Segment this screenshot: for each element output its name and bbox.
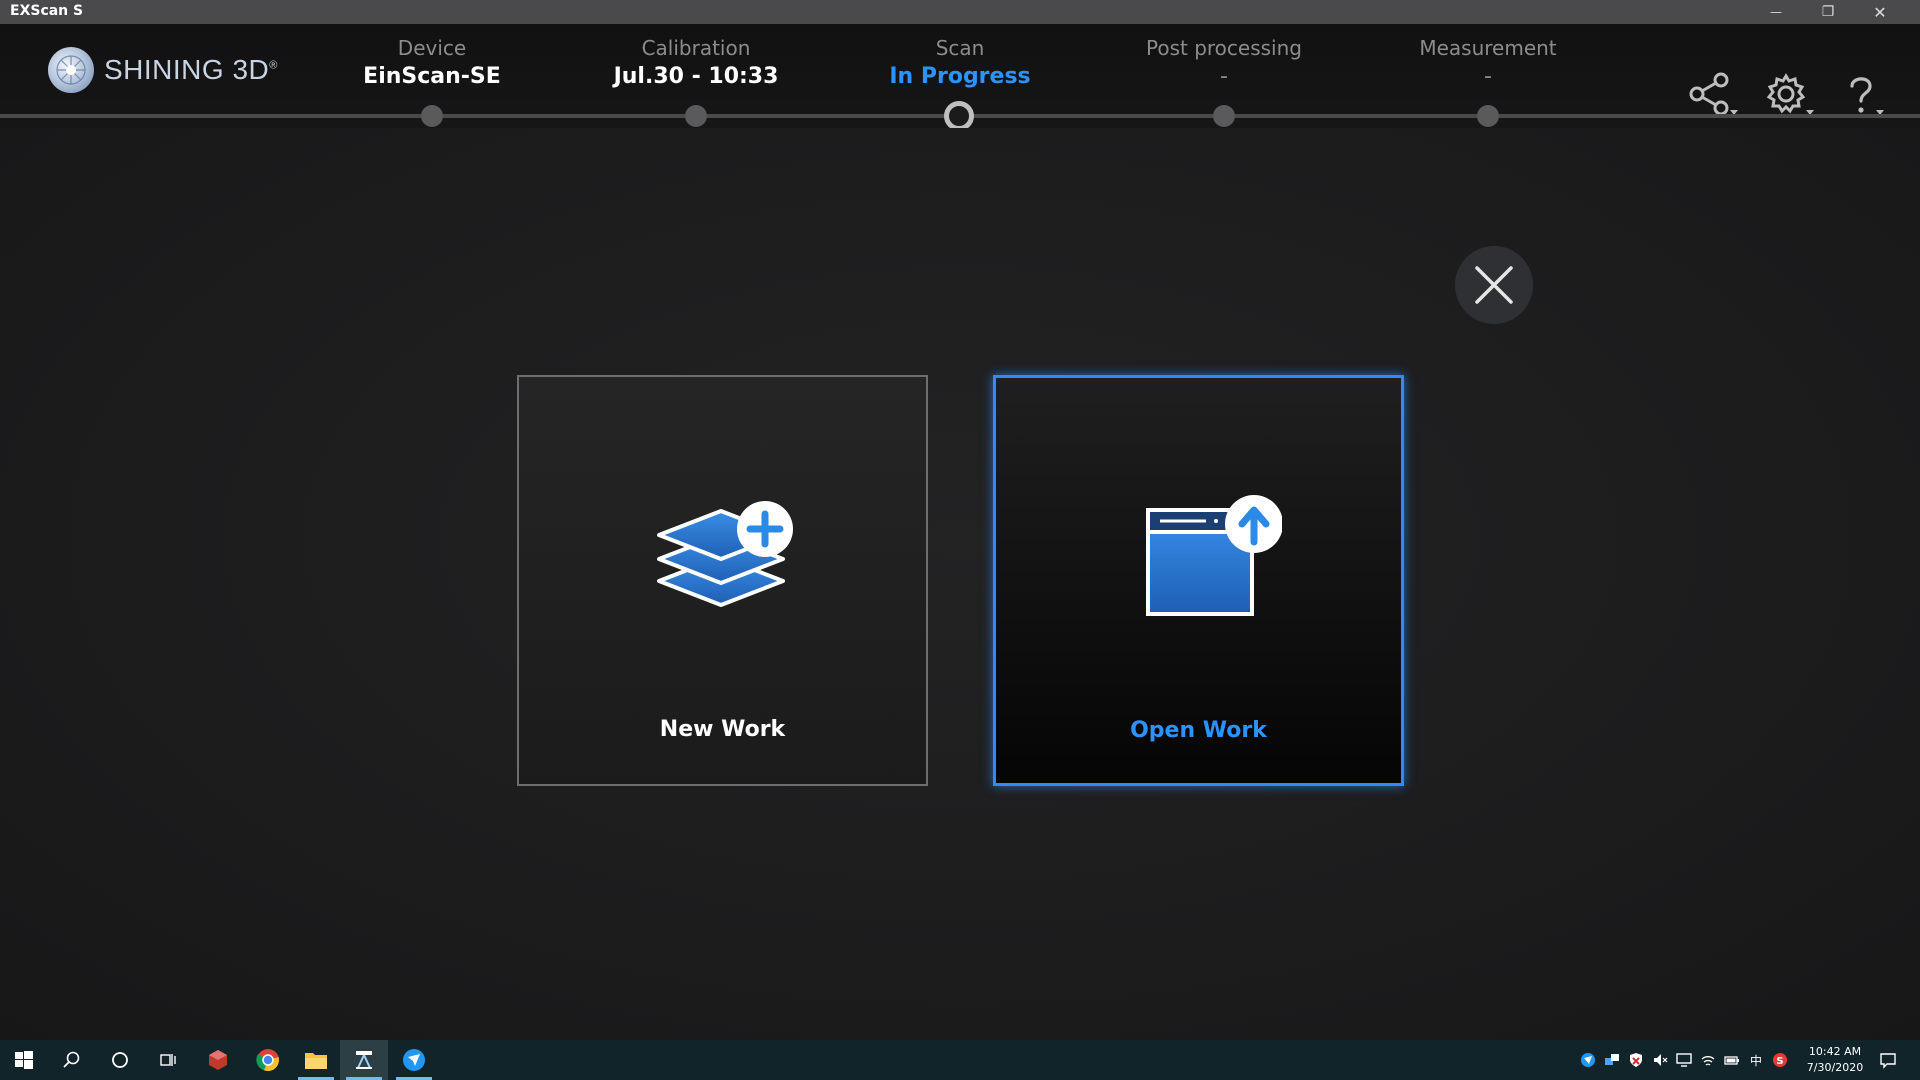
step-value: Jul.30 - 10:33 [613,64,779,89]
notification-center-icon [1880,1053,1896,1069]
step-node-device [421,105,443,127]
task-view-button[interactable] [144,1040,192,1080]
wifi-icon[interactable] [1699,1051,1717,1069]
cortana-button[interactable] [96,1040,144,1080]
blue-bird-app-icon [403,1049,425,1071]
step-value: - [1484,64,1492,89]
start-button[interactable] [0,1040,48,1080]
display-icon[interactable] [1675,1051,1693,1069]
help-icon [1850,77,1884,115]
system-tray: 中 S [1576,1040,1792,1080]
share-button[interactable] [1686,70,1742,120]
step-post-processing[interactable]: Post processing - [1104,34,1344,92]
scanner-app-icon [356,1051,372,1069]
gear-icon [1766,73,1814,115]
main-content [0,128,1920,1040]
folder-icon [305,1053,327,1069]
close-icon: ✕ [1873,2,1887,22]
step-label: Measurement [1419,36,1557,60]
close-icon [1475,266,1513,304]
new-work-label: New Work [659,717,786,742]
step-label: Device [397,36,467,60]
cortana-circle-icon [112,1052,128,1068]
step-value: - [1220,64,1228,89]
step-node-calibration [685,105,707,127]
restore-button[interactable]: ❐ [1802,0,1854,24]
step-node-scan-current [944,101,974,131]
taskbar-app-3d-viewer[interactable] [194,1040,242,1080]
share-icon [1689,72,1738,116]
system-clock[interactable]: 10:42 AM 7/30/2020 [1800,1044,1870,1076]
open-work-card[interactable]: Open Work [993,375,1404,786]
taskbar: 中 S 10:42 AM 7/30/2020 [0,1040,1920,1080]
tray-security-icon[interactable] [1627,1051,1645,1069]
window-upload-icon [1146,495,1282,616]
step-value: In Progress [889,64,1031,89]
window-title: EXScan S [10,3,84,19]
help-button[interactable] [1838,70,1894,120]
step-device[interactable]: Device EinScan-SE [312,34,552,92]
taskbar-app-chrome[interactable] [244,1040,292,1080]
step-calibration[interactable]: Calibration Jul.30 - 10:33 [576,34,816,92]
title-bar: EXScan S — ❐ ✕ [0,0,1920,24]
search-icon [63,1051,80,1068]
battery-icon[interactable] [1723,1051,1741,1069]
tray-app-icon[interactable] [1579,1051,1597,1069]
tray-network-share-icon[interactable] [1603,1051,1621,1069]
brand-logo: SHINING 3D® [48,46,278,94]
step-label: Scan [935,36,985,60]
brand-name: SHINING 3D® [104,54,278,85]
logo-mark-icon [48,47,94,93]
taskbar-app-messenger[interactable] [390,1040,438,1080]
windows-start-icon [15,1051,33,1069]
step-label: Calibration [641,36,751,60]
step-node-measurement [1477,105,1499,127]
ime-label: 中 [1749,1053,1762,1068]
minimize-button[interactable]: — [1750,0,1802,24]
svg-text:S: S [1776,1056,1783,1067]
volume-muted-icon[interactable] [1651,1051,1669,1069]
close-dialog-button[interactable] [1455,246,1533,324]
input-method-indicator[interactable]: 中 [1747,1051,1765,1069]
close-window-button[interactable]: ✕ [1854,0,1906,24]
step-node-post-processing [1213,105,1235,127]
restore-icon: ❐ [1821,4,1835,20]
step-measurement[interactable]: Measurement - [1368,34,1608,92]
layers-plus-icon [657,501,793,607]
clock-time: 10:42 AM [1808,1045,1862,1058]
taskbar-app-file-explorer[interactable] [292,1040,340,1080]
new-work-card[interactable]: New Work [517,375,928,786]
settings-button[interactable] [1762,70,1818,120]
step-scan[interactable]: Scan In Progress [840,34,1080,92]
open-work-label: Open Work [1130,718,1267,743]
chrome-icon [256,1049,279,1072]
notifications-button[interactable] [1864,1040,1912,1080]
step-label: Post processing [1146,36,1302,60]
step-value: EinScan-SE [363,64,501,89]
taskbar-app-exscan[interactable] [340,1040,388,1080]
tray-sogou-icon[interactable]: S [1771,1051,1789,1069]
search-button[interactable] [48,1040,96,1080]
cube-app-icon [209,1050,227,1070]
task-view-icon [160,1054,176,1066]
clock-date: 7/30/2020 [1806,1061,1864,1074]
app-window: EXScan S — ❐ ✕ SHINING 3D® Device EinSca… [0,0,1920,1080]
minimize-icon: — [1770,5,1782,19]
